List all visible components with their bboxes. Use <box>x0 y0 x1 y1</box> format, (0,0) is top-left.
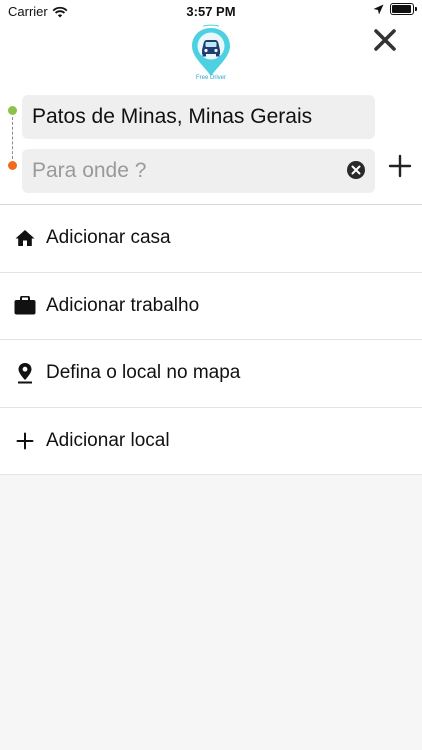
home-icon <box>14 227 36 249</box>
plus-icon <box>14 430 36 452</box>
list-item-add-place[interactable]: Adicionar local <box>0 408 422 475</box>
list-item-add-home[interactable]: Adicionar casa <box>0 205 422 273</box>
list-item-label: Adicionar casa <box>46 227 171 249</box>
list-item-label: Adicionar trabalho <box>46 294 200 316</box>
map-pin-icon <box>14 362 36 384</box>
header-area: Carrier 3:57 PM Free Driver Patos de Min… <box>0 0 422 205</box>
saved-places-list: Adicionar casa Adicionar trabalho Defina… <box>0 205 422 475</box>
status-right <box>373 3 417 15</box>
list-item-label: Defina o local no mapa <box>46 362 241 384</box>
location-arrow-icon <box>373 4 384 14</box>
route-connector <box>12 117 13 159</box>
plus-icon <box>388 154 412 178</box>
add-stop-button[interactable] <box>388 154 412 178</box>
origin-dot <box>8 106 17 115</box>
origin-input[interactable]: Patos de Minas, Minas Gerais <box>22 95 375 139</box>
battery-icon <box>390 3 417 15</box>
close-icon <box>374 29 396 51</box>
clear-icon <box>351 165 361 175</box>
list-item-add-work[interactable]: Adicionar trabalho <box>0 273 422 340</box>
briefcase-icon <box>14 295 36 317</box>
status-time: 3:57 PM <box>186 4 236 19</box>
destination-dot <box>8 161 17 170</box>
battery-level <box>392 5 411 13</box>
destination-placeholder: Para onde ? <box>32 159 147 182</box>
close-button[interactable] <box>369 24 401 56</box>
clear-destination-button[interactable] <box>347 161 365 179</box>
list-item-label: Adicionar local <box>46 429 170 451</box>
logo-caption: Free Driver <box>195 75 226 81</box>
list-item-set-on-map[interactable]: Defina o local no mapa <box>0 340 422 408</box>
status-bar: Carrier 3:57 PM <box>0 0 422 22</box>
origin-value: Patos de Minas, Minas Gerais <box>32 105 313 128</box>
destination-input[interactable]: Para onde ? <box>22 149 375 193</box>
